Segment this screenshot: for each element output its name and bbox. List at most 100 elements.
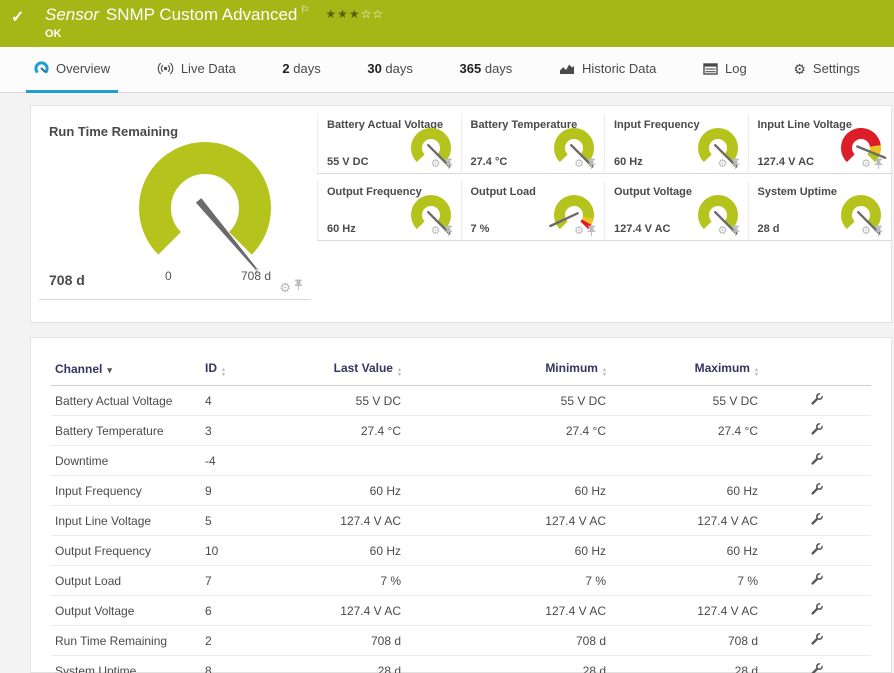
cell-maximum: 60 Hz: [610, 535, 762, 566]
pin-icon[interactable]: [874, 158, 883, 170]
gauge-value: 127.4 V AC: [614, 223, 671, 235]
gear-icon[interactable]: ⚙: [718, 158, 728, 170]
cell-id: 7: [201, 565, 273, 596]
priority-stars[interactable]: ★★★☆☆: [325, 7, 384, 21]
pin-icon[interactable]: [731, 225, 740, 237]
gauge-tile-input-frequency[interactable]: Input Frequency 60 Hz ⚙: [604, 114, 748, 174]
pin-icon[interactable]: [444, 225, 453, 237]
tab-settings[interactable]: ⚙ Settings: [785, 47, 868, 93]
gear-icon[interactable]: ⚙: [861, 158, 871, 170]
star-filled-icon[interactable]: ★: [325, 7, 337, 21]
gear-icon[interactable]: ⚙: [861, 225, 871, 237]
cell-last-value: 7 %: [273, 565, 405, 596]
channel-settings-wrench-icon[interactable]: [810, 542, 824, 559]
gauge-tile-output-voltage[interactable]: Output Voltage 127.4 V AC ⚙: [604, 181, 748, 241]
gear-icon[interactable]: ⚙: [279, 281, 291, 294]
tab-log[interactable]: Log: [695, 47, 755, 93]
gear-icon[interactable]: ⚙: [574, 225, 584, 237]
gauge-value: 127.4 V AC: [757, 156, 814, 168]
cell-channel: Input Line Voltage: [51, 505, 201, 536]
channel-settings-wrench-icon[interactable]: [810, 662, 824, 673]
tab-historic-data[interactable]: Historic Data: [551, 47, 664, 93]
gauge-tile-output-frequency[interactable]: Output Frequency 60 Hz ⚙: [317, 181, 461, 241]
tab-overview[interactable]: Overview: [26, 47, 119, 93]
cell-minimum: 55 V DC: [405, 385, 610, 416]
column-header-id[interactable]: ID ▴ ▾: [201, 352, 273, 386]
status-badge: OK: [45, 28, 62, 40]
cell-channel: Output Load: [51, 565, 201, 596]
cell-channel: Battery Actual Voltage: [51, 385, 201, 416]
table-header-row: Channel ▾ ID ▴ ▾ Last Value ▴ ▾ Minimum ▴ ▾ Maximum…: [51, 352, 871, 386]
channel-settings-wrench-icon[interactable]: [810, 482, 824, 499]
sort-icon: ▴ ▾: [222, 367, 226, 378]
tab-live-data[interactable]: Live Data: [149, 47, 244, 93]
ok-check-icon: ✓: [11, 9, 25, 26]
channel-settings-wrench-icon[interactable]: [810, 632, 824, 649]
cell-minimum: 60 Hz: [405, 475, 610, 506]
gauge-tile-battery-actual-voltage[interactable]: Battery Actual Voltage 55 V DC ⚙: [317, 114, 461, 174]
channel-settings-wrench-icon[interactable]: [810, 572, 824, 589]
gauge-actions: ⚙: [574, 225, 596, 237]
gauge-value: 60 Hz: [327, 223, 356, 235]
star-empty-icon[interactable]: ☆: [361, 7, 373, 21]
gear-icon[interactable]: ⚙: [431, 225, 441, 237]
cell-maximum: 7 %: [610, 565, 762, 596]
tab-label: Log: [725, 61, 747, 76]
column-header-last-value[interactable]: Last Value ▴ ▾: [273, 352, 405, 386]
pin-icon[interactable]: [587, 225, 596, 237]
cell-channel: Output Voltage: [51, 595, 201, 626]
table-row-output-voltage: Output Voltage 6 127.4 V AC 127.4 V AC 127.4…: [51, 595, 871, 626]
flag-icon[interactable]: ⚐: [300, 5, 309, 16]
column-header-channel[interactable]: Channel ▾: [51, 352, 201, 386]
tab-2-days[interactable]: 2 days: [274, 47, 328, 93]
gauge-tile-battery-temperature[interactable]: Battery Temperature 27.4 °C ⚙: [460, 114, 604, 174]
cell-id: 5: [201, 505, 273, 536]
gauge-max-label: 708 d: [241, 269, 272, 283]
cell-last-value: 60 Hz: [273, 535, 405, 566]
gauge-tile-system-uptime[interactable]: System Uptime 28 d ⚙: [747, 181, 891, 241]
channel-settings-wrench-icon[interactable]: [810, 392, 824, 409]
cell-minimum: 27.4 °C: [405, 415, 610, 446]
channel-settings-wrench-icon[interactable]: [810, 602, 824, 619]
gauge-value: 28 d: [757, 223, 780, 235]
log-icon: [703, 62, 718, 75]
pin-icon[interactable]: [731, 158, 740, 170]
gear-icon[interactable]: ⚙: [574, 158, 584, 170]
channel-settings-wrench-icon[interactable]: [810, 422, 824, 439]
gauge-tile-output-load[interactable]: Output Load 7 % ⚙: [460, 181, 604, 241]
cell-minimum: [405, 445, 610, 476]
gauge-tile-run-time-remaining[interactable]: Run Time Remaining x 0 708 d 708 d ⚙: [39, 114, 311, 300]
sort-icon: ▴ ▾: [602, 367, 606, 378]
column-header-minimum[interactable]: Minimum ▴ ▾: [405, 352, 610, 386]
gear-icon[interactable]: ⚙: [431, 158, 441, 170]
cell-minimum: 127.4 V AC: [405, 505, 610, 536]
tab-label: Overview: [56, 61, 111, 76]
sensor-status-header: ✓ Sensor SNMP Custom Advanced ⚐ ★★★☆☆ OK: [0, 0, 894, 47]
column-header-maximum[interactable]: Maximum ▴ ▾: [610, 352, 762, 386]
cell-maximum: 127.4 V AC: [610, 505, 762, 536]
channel-settings-wrench-icon[interactable]: [810, 512, 824, 529]
gauge-value: 60 Hz: [614, 156, 643, 168]
gauge-tile-input-line-voltage[interactable]: Input Line Voltage 127.4 V AC ⚙: [747, 114, 891, 174]
channel-settings-wrench-icon[interactable]: [810, 452, 824, 469]
cell-last-value: 55 V DC: [273, 385, 405, 416]
run-time-remaining-gauge: x: [139, 142, 271, 276]
pin-icon[interactable]: [294, 278, 303, 296]
cell-channel: Run Time Remaining: [51, 625, 201, 656]
star-filled-icon[interactable]: ★: [349, 7, 361, 21]
small-gauge-grid: Battery Actual Voltage 55 V DC ⚙ Battery Te…: [317, 114, 891, 322]
tab-365-days[interactable]: 365 days: [452, 47, 521, 93]
gear-icon[interactable]: ⚙: [718, 225, 728, 237]
cell-last-value: 28 d: [273, 655, 405, 673]
star-empty-icon[interactable]: ☆: [372, 7, 384, 21]
pin-icon[interactable]: [444, 158, 453, 170]
tab-30-days[interactable]: 30 days: [359, 47, 421, 93]
pin-icon[interactable]: [874, 225, 883, 237]
cell-id: 3: [201, 415, 273, 446]
pin-icon[interactable]: [587, 158, 596, 170]
star-filled-icon[interactable]: ★: [337, 7, 349, 21]
cell-minimum: 708 d: [405, 625, 610, 656]
column-header-actions: [762, 352, 871, 386]
gauge-actions: ⚙: [574, 158, 596, 170]
gauge-value: 55 V DC: [327, 156, 369, 168]
